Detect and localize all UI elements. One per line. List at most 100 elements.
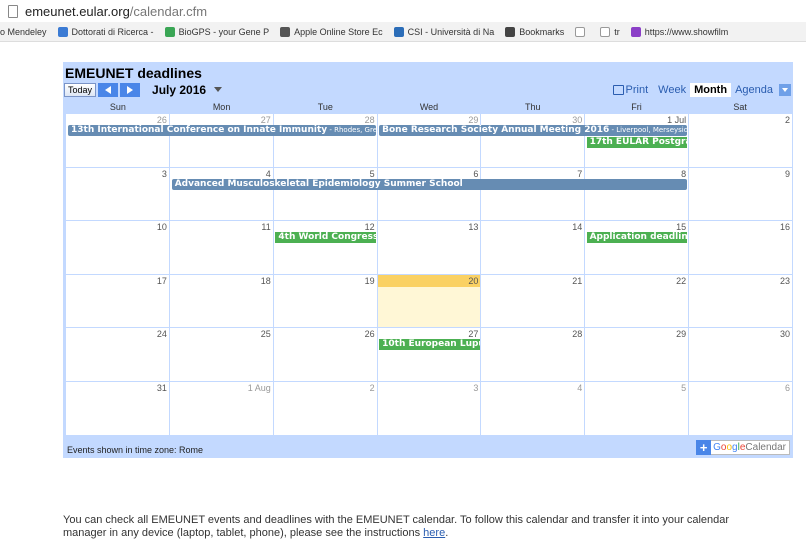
google-calendar-button[interactable]: + Go o g l e Calendar: [696, 440, 790, 455]
calendar-event[interactable]: 13th International Conference on Innate …: [68, 125, 377, 136]
day-number: 27: [468, 329, 479, 340]
day-cell[interactable]: 17: [66, 275, 169, 328]
weeks-container: 26 27 28 29 30 1 Jul 2 3 4 5 6 7 8 9 10 11 12 13 14 15 16 17 1…: [66, 113, 792, 435]
day-cell-today[interactable]: 20: [376, 274, 481, 328]
day-cell[interactable]: 10: [66, 221, 169, 274]
bookmark-item[interactable]: Bookmarks: [505, 26, 564, 37]
bookmark-item[interactable]: https://www.showfilm: [630, 26, 728, 37]
week-row: 24 25 26 27 28 29 30: [66, 327, 792, 381]
day-cell[interactable]: 19: [272, 274, 377, 328]
day-number: 17: [156, 275, 167, 286]
day-cell[interactable]: 29: [376, 114, 481, 167]
day-cell[interactable]: 2: [272, 382, 377, 435]
calendar-event[interactable]: 17th EULAR Postgraduate: [586, 137, 688, 148]
day-cell[interactable]: 11: [168, 221, 273, 274]
print-button[interactable]: Print: [612, 84, 648, 96]
bookmark-item[interactable]: BioGPS - your Gene P: [164, 26, 269, 37]
day-cell[interactable]: 28: [272, 114, 377, 167]
day-cell[interactable]: 25: [168, 328, 273, 381]
day-number: 2: [785, 115, 791, 125]
agenda-dropdown-button[interactable]: [779, 84, 791, 96]
day-cell[interactable]: 4: [168, 167, 273, 221]
bookmark-item[interactable]: tr: [600, 26, 620, 37]
day-number: 19: [364, 275, 375, 286]
day-number: 30: [572, 115, 583, 125]
day-cell[interactable]: 27: [376, 328, 481, 381]
day-cell[interactable]: 23: [688, 274, 792, 328]
instructions-link[interactable]: here: [423, 527, 445, 539]
day-cell[interactable]: 2: [688, 114, 792, 167]
prev-month-button[interactable]: [98, 82, 119, 97]
day-cell[interactable]: 12: [272, 221, 377, 274]
day-cell[interactable]: 28: [480, 328, 584, 381]
bookmark-item[interactable]: CSI - Università di Na: [393, 26, 494, 37]
month-dropdown-icon[interactable]: [214, 87, 223, 92]
weekday-label: Tue: [317, 102, 333, 112]
day-cell[interactable]: 13: [376, 221, 481, 274]
day-cell[interactable]: 30: [480, 114, 584, 167]
day-cell[interactable]: 22: [584, 274, 688, 328]
day-cell[interactable]: 16: [688, 221, 792, 274]
day-number: 28: [364, 115, 375, 125]
address-bar[interactable]: emeunet.eular.org/calendar.cfm: [0, 0, 806, 22]
day-cell[interactable]: 9: [688, 167, 792, 221]
day-cell[interactable]: 30: [688, 328, 792, 381]
tab-agenda[interactable]: Agenda: [731, 83, 777, 97]
calendar-event[interactable]: 4th World Congress on: [275, 232, 377, 244]
day-number: 4: [577, 383, 583, 393]
next-month-button[interactable]: [120, 82, 141, 97]
day-cell[interactable]: 27: [168, 114, 273, 167]
tab-week[interactable]: Week: [654, 83, 690, 97]
plus-icon: +: [696, 440, 712, 455]
day-cell[interactable]: 7: [480, 167, 584, 221]
view-switcher: Print Week Month Agenda: [612, 82, 791, 98]
day-cell[interactable]: 29: [584, 328, 688, 381]
day-number: 3: [161, 168, 167, 179]
day-cell[interactable]: 3: [376, 382, 481, 435]
arrow-left-icon: [105, 85, 112, 94]
calendar-widget: EMEUNET deadlines Today July 2016 Print …: [63, 62, 793, 458]
day-number: 16: [780, 222, 791, 233]
weekday-label: Mon: [212, 102, 231, 112]
today-highlight: [377, 274, 481, 287]
day-number: 15: [676, 222, 687, 233]
bookmark-item[interactable]: Dottorati di Ricerca -: [57, 26, 154, 37]
day-cell[interactable]: 14: [480, 221, 584, 274]
day-cell[interactable]: 31: [66, 382, 169, 435]
day-cell[interactable]: 21: [480, 274, 584, 328]
day-number: 3: [473, 383, 479, 393]
day-cell[interactable]: 26: [66, 114, 169, 167]
weekday-label: Thu: [524, 102, 541, 112]
day-cell[interactable]: 6: [688, 382, 792, 435]
calendar-event[interactable]: Application deadline for: [586, 232, 688, 244]
calendar-event[interactable]: Advanced Musculoskeletal Epidemiology Su…: [171, 178, 688, 190]
calendar-event[interactable]: 10th European Lupus M: [379, 339, 480, 351]
week-row: 17 18 19 20 21 22 23: [66, 273, 792, 328]
day-number: 21: [572, 275, 583, 286]
day-number: 8: [681, 168, 687, 179]
day-cell[interactable]: 15: [584, 221, 688, 274]
tab-month[interactable]: Month: [690, 83, 732, 97]
bookmark-item[interactable]: [575, 26, 589, 37]
day-number: 31: [156, 383, 167, 393]
day-number: 2: [369, 383, 375, 393]
day-cell[interactable]: 4: [480, 382, 584, 435]
day-cell[interactable]: 8: [584, 167, 688, 221]
day-cell[interactable]: 5: [272, 167, 377, 221]
day-cell[interactable]: 3: [66, 168, 169, 221]
url-text[interactable]: emeunet.eular.org/calendar.cfm: [25, 4, 207, 19]
bookmarks-bar: o Mendeley Dottorati di Ricerca - BioGPS -…: [0, 22, 806, 42]
day-cell[interactable]: 6: [376, 167, 481, 221]
day-number: 9: [785, 168, 791, 179]
calendar-event[interactable]: Bone Research Society Annual Meeting 201…: [379, 125, 688, 136]
bookmark-item[interactable]: Apple Online Store Ec: [280, 26, 383, 37]
day-cell[interactable]: 26: [272, 328, 377, 381]
calendar-title: EMEUNET deadlines: [65, 65, 202, 81]
day-cell[interactable]: 24: [66, 328, 169, 381]
day-cell[interactable]: 5: [584, 382, 688, 435]
day-cell[interactable]: 1 Aug: [168, 382, 273, 435]
star-icon: [505, 26, 516, 37]
today-button[interactable]: Today: [64, 82, 97, 97]
day-cell[interactable]: 18: [168, 274, 273, 328]
bookmark-item[interactable]: o Mendeley: [0, 27, 47, 37]
